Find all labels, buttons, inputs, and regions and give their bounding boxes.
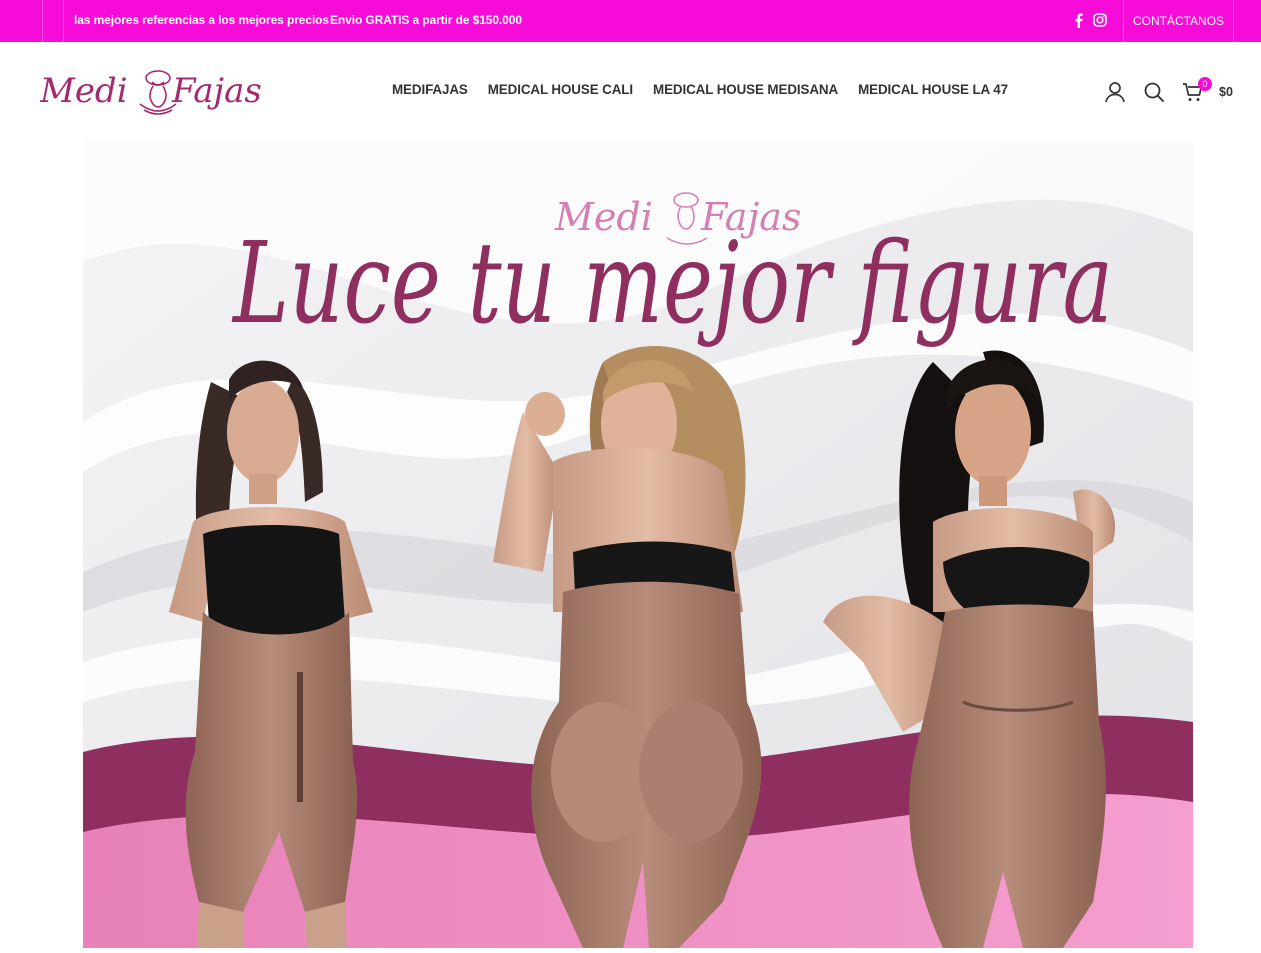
logo-text-fajas: Fajas bbox=[171, 71, 262, 111]
facebook-icon[interactable] bbox=[1070, 12, 1086, 28]
contact-link[interactable]: CONTÁCTANOS bbox=[1124, 0, 1233, 42]
site-header: Medi Fajas MEDIFAJAS MEDICAL HOUSE CALI … bbox=[0, 42, 1261, 142]
divider bbox=[42, 0, 43, 42]
promo-text-free-shipping: Envio GRATIS a partir de $150.000 bbox=[330, 13, 522, 27]
promo-text-references: las mejores referencias a los mejores pr… bbox=[74, 13, 329, 27]
nav-item-medical-house-la-47[interactable]: MEDICAL HOUSE LA 47 bbox=[848, 82, 1018, 97]
cart-count-badge: 0 bbox=[1198, 77, 1212, 91]
site-logo[interactable]: Medi Fajas bbox=[39, 64, 266, 120]
cart-total[interactable]: $0 bbox=[1219, 85, 1233, 99]
instagram-icon[interactable] bbox=[1092, 12, 1108, 28]
hero-banner[interactable]: Medi Fajas Luce tu mejor figura bbox=[83, 142, 1193, 948]
nav-item-medical-house-medisana[interactable]: MEDICAL HOUSE MEDISANA bbox=[643, 82, 848, 97]
nav-item-medifajas[interactable]: MEDIFAJAS bbox=[392, 82, 478, 97]
logo-emblem-icon bbox=[139, 70, 177, 115]
logo-text-medi: Medi bbox=[40, 71, 128, 111]
top-bar: las mejores referencias a los mejores pr… bbox=[0, 0, 1261, 42]
main-nav: MEDIFAJAS MEDICAL HOUSE CALI MEDICAL HOU… bbox=[392, 82, 1018, 97]
nav-item-medical-house-cali[interactable]: MEDICAL HOUSE CALI bbox=[478, 82, 643, 97]
user-icon[interactable] bbox=[1103, 80, 1127, 104]
divider bbox=[1233, 0, 1234, 42]
divider bbox=[63, 0, 64, 42]
hero-headline: Luce tu mejor figura bbox=[231, 219, 1113, 349]
search-icon[interactable] bbox=[1142, 80, 1166, 104]
